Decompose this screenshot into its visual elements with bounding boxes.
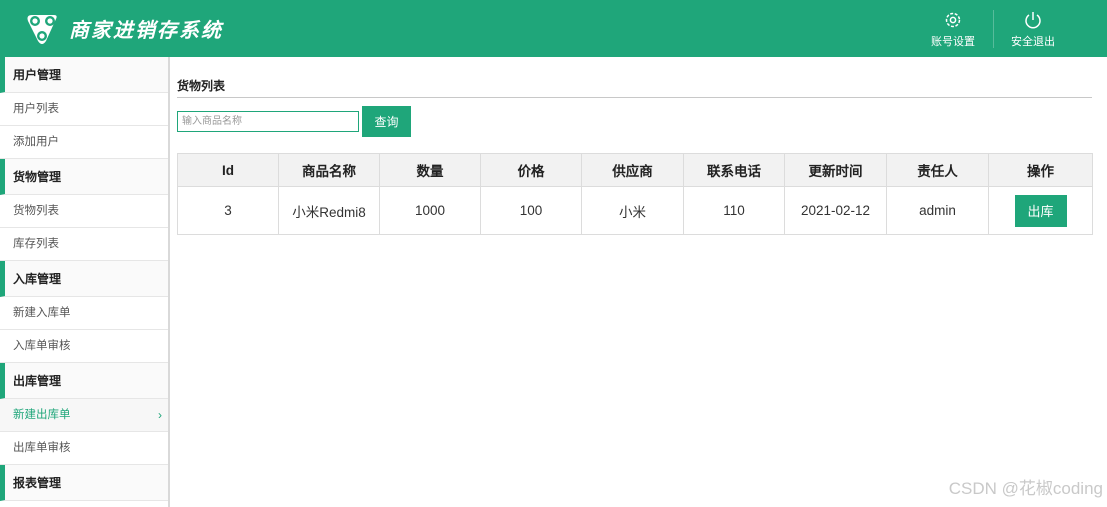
watermark: CSDN @花椒coding — [948, 479, 1103, 498]
sidebar-item-inbound-review[interactable]: 入库单审核 — [0, 330, 168, 363]
sidebar-group-user[interactable]: 用户管理 — [0, 57, 168, 93]
cell-updated: 2021-02-12 — [784, 186, 887, 235]
col-header-quantity[interactable]: 数量 — [379, 153, 481, 187]
sidebar-group-report[interactable]: 报表管理 — [0, 465, 168, 501]
col-header-updated[interactable]: 更新时间 — [784, 153, 887, 187]
table-row: 3 小米Redmi8 1000 100 小米 110 2021-02-12 ad… — [177, 186, 1093, 235]
col-header-action: 操作 — [988, 153, 1093, 187]
cell-name: 小米Redmi8 — [278, 186, 380, 235]
goods-table: Id 商品名称 数量 价格 供应商 联系电话 更新时间 责任人 操作 3 小米R… — [177, 153, 1093, 235]
sidebar-group-outbound[interactable]: 出库管理 — [0, 363, 168, 399]
sidebar-item-add-user[interactable]: 添加用户 — [0, 126, 168, 159]
logout-button[interactable]: 安全退出 — [993, 10, 1073, 52]
cell-owner: admin — [886, 186, 989, 235]
chevron-right-icon: › — [158, 408, 162, 422]
app-title: 商家进销存系统 — [69, 18, 223, 42]
main-content: 货物列表 查询 Id 商品名称 数量 价格 供应商 联系电话 更新时间 责任人 … — [177, 57, 1093, 507]
page-title: 货物列表 — [177, 79, 226, 93]
top-header: 商家进销存系统 账号设置 安全退出 — [0, 0, 1107, 57]
col-header-price[interactable]: 价格 — [480, 153, 582, 187]
sidebar-item-outbound-review[interactable]: 出库单审核 — [0, 432, 168, 465]
app-logo-icon — [27, 15, 57, 44]
cell-action: 出库 — [988, 186, 1093, 235]
account-settings-button[interactable]: 账号设置 — [913, 10, 993, 52]
cell-supplier: 小米 — [581, 186, 684, 235]
sidebar-item-new-outbound[interactable]: 新建出库单 › — [0, 399, 168, 432]
sidebar: 用户管理 用户列表 添加用户 货物管理 货物列表 库存列表 入库管理 新建入库单… — [0, 57, 170, 507]
sidebar-item-label: 新建出库单 — [13, 409, 71, 421]
power-icon — [1025, 12, 1041, 29]
sidebar-item-user-list[interactable]: 用户列表 — [0, 93, 168, 126]
table-header-row: Id 商品名称 数量 价格 供应商 联系电话 更新时间 责任人 操作 — [177, 153, 1093, 187]
sidebar-group-inbound[interactable]: 入库管理 — [0, 261, 168, 297]
cell-quantity: 1000 — [379, 186, 481, 235]
col-header-owner[interactable]: 责任人 — [886, 153, 989, 187]
cell-id: 3 — [177, 186, 279, 235]
col-header-id[interactable]: Id — [177, 153, 279, 187]
col-header-phone[interactable]: 联系电话 — [683, 153, 785, 187]
logout-label: 安全退出 — [1011, 36, 1055, 48]
sidebar-item-goods-list[interactable]: 货物列表 — [0, 195, 168, 228]
col-header-name[interactable]: 商品名称 — [278, 153, 380, 187]
title-divider — [177, 97, 1092, 98]
sidebar-item-stock-list[interactable]: 库存列表 — [0, 228, 168, 261]
sidebar-item-new-inbound[interactable]: 新建入库单 — [0, 297, 168, 330]
account-settings-label: 账号设置 — [931, 36, 975, 48]
col-header-supplier[interactable]: 供应商 — [581, 153, 684, 187]
sidebar-group-goods[interactable]: 货物管理 — [0, 159, 168, 195]
search-input[interactable] — [177, 111, 359, 132]
search-button[interactable]: 查询 — [362, 106, 411, 137]
cell-price: 100 — [480, 186, 582, 235]
cell-phone: 110 — [683, 186, 785, 235]
outbound-button[interactable]: 出库 — [1014, 194, 1067, 227]
gear-icon — [945, 12, 961, 28]
